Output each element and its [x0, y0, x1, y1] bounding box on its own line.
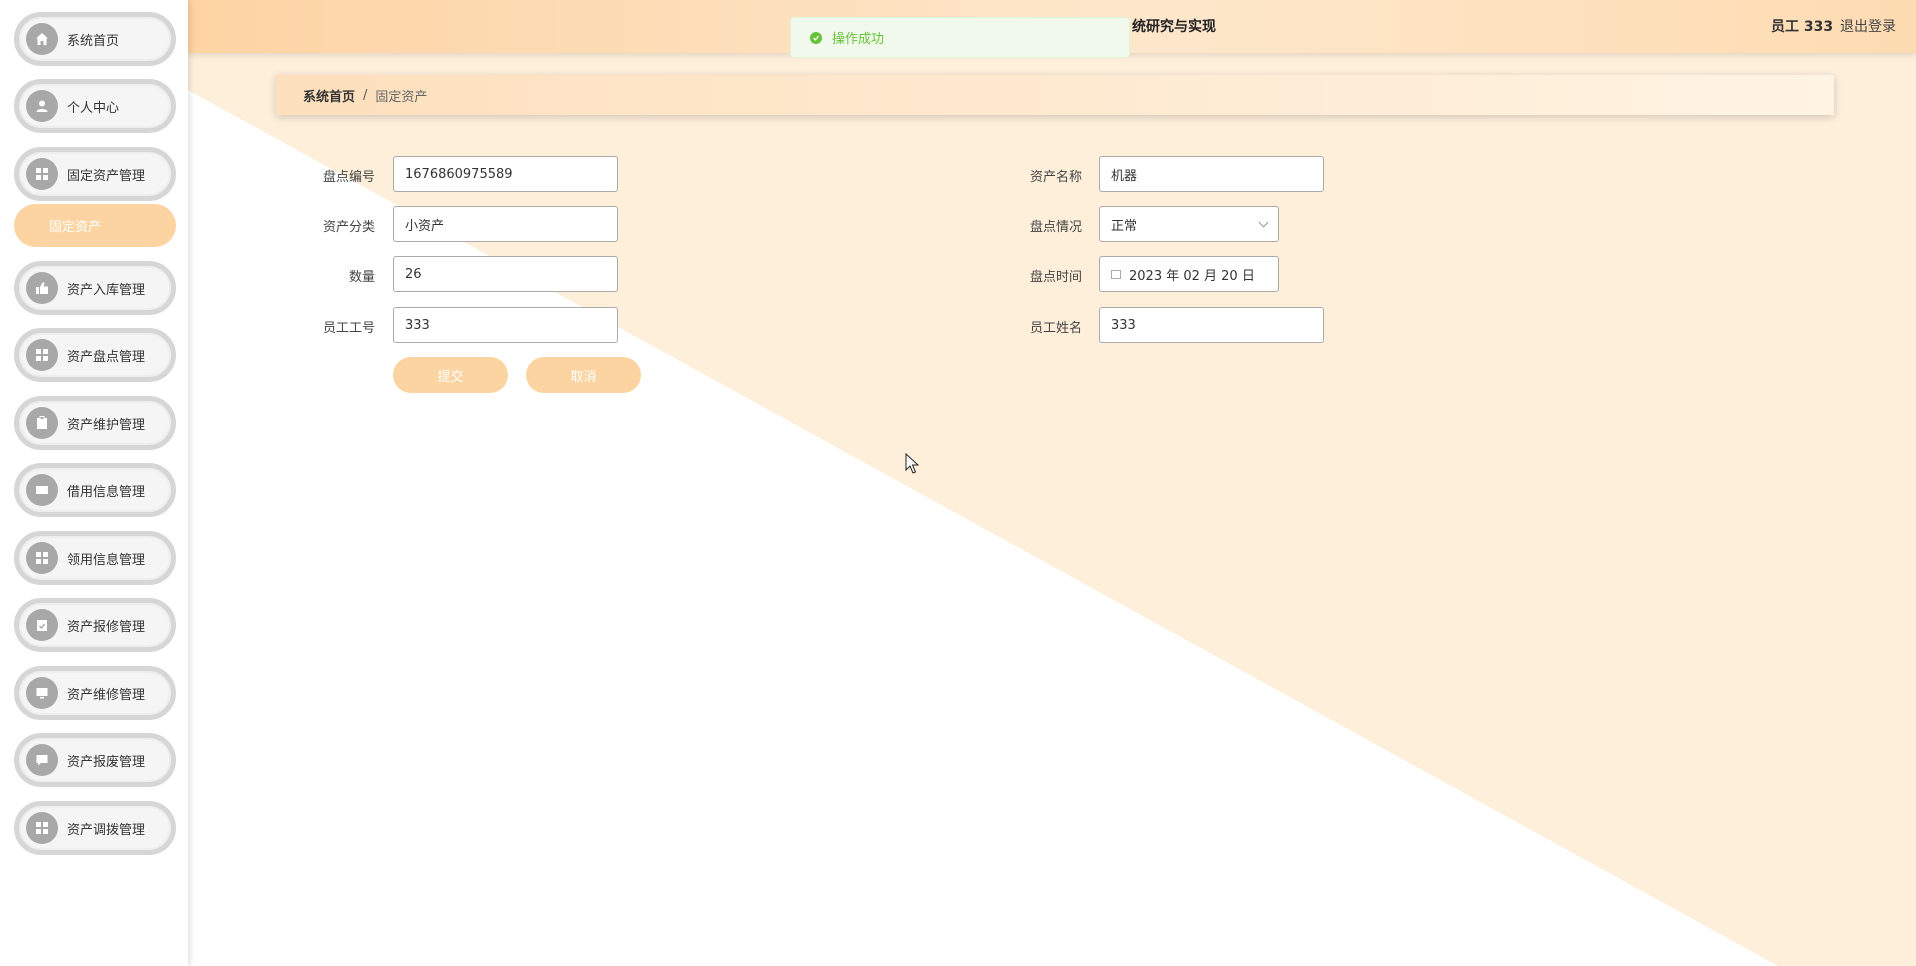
calendar-icon: [1111, 269, 1121, 279]
quantity-label: 数量: [348, 270, 375, 285]
sidebar-item-fixed-assets[interactable]: 固定资产管理: [14, 147, 176, 201]
employee-no-input[interactable]: 333: [393, 307, 618, 343]
inventory-status-label: 盘点情况: [1029, 220, 1082, 235]
inventory-time-picker[interactable]: 2023 年 02 月 20 日: [1099, 256, 1279, 292]
chevron-down-icon: [1258, 217, 1269, 228]
sidebar-item-profile[interactable]: 个人中心: [14, 79, 176, 133]
current-user: 员工 333: [1771, 19, 1834, 35]
inventory-no-value: 1676860975589: [405, 166, 513, 182]
main-content: 统研究与实现 员工 333 退出登录 操作成功 系统首页 / 固定资产 盘点编号…: [188, 0, 1916, 966]
sidebar-item-asset-inventory[interactable]: 资产盘点管理: [14, 328, 176, 382]
sidebar-item-asset-maintenance[interactable]: 资产维护管理: [14, 396, 176, 450]
mouse-cursor-icon: [905, 453, 919, 474]
quantity-input[interactable]: 26: [393, 256, 618, 292]
asset-name-input[interactable]: 机器: [1099, 156, 1324, 192]
sidebar-item-label: 资产维护管理: [67, 417, 146, 433]
sidebar-item-label: 借用信息管理: [67, 484, 146, 500]
inventory-time-value: 2023 年 02 月 20 日: [1129, 268, 1255, 284]
grid-icon: [26, 542, 58, 574]
ticket-icon: [26, 474, 58, 506]
chat-icon: [26, 744, 58, 776]
asset-category-label: 资产分类: [322, 220, 375, 235]
inventory-time-label: 盘点时间: [1029, 270, 1082, 285]
quantity-value: 26: [405, 266, 422, 282]
grid-icon: [26, 158, 58, 190]
breadcrumb-separator: /: [363, 87, 368, 103]
asset-name-value: 机器: [1111, 168, 1138, 184]
asset-category-value: 小资产: [405, 218, 445, 234]
breadcrumb-current: 固定资产: [375, 89, 428, 105]
inventory-no-label: 盘点编号: [322, 170, 375, 185]
sidebar-item-label: 资产调拨管理: [67, 822, 146, 838]
inventory-no-input[interactable]: 1676860975589: [393, 156, 618, 192]
sidebar-item-label: 资产报修管理: [67, 619, 146, 635]
sidebar-item-label: 系统首页: [67, 33, 120, 49]
submit-button[interactable]: 提交: [393, 357, 508, 393]
grid-icon: [26, 812, 58, 844]
inventory-status-select[interactable]: 正常: [1099, 206, 1279, 242]
employee-name-value: 333: [1111, 317, 1136, 333]
sidebar-item-borrow-info[interactable]: 借用信息管理: [14, 463, 176, 517]
sidebar: 系统首页 个人中心 固定资产管理 固定资产 资产入库管理 资产盘点管理 资产维护…: [0, 0, 188, 966]
sidebar-item-label: 资产维修管理: [67, 687, 146, 703]
sidebar-item-label: 固定资产管理: [67, 168, 146, 184]
submenu-item-fixed-assets[interactable]: 固定资产: [14, 204, 176, 247]
inventory-status-value: 正常: [1111, 218, 1138, 234]
employee-name-label: 员工姓名: [1029, 321, 1082, 336]
sidebar-item-label: 资产入库管理: [67, 282, 146, 298]
asset-name-label: 资产名称: [1029, 170, 1082, 185]
sidebar-item-label: 领用信息管理: [67, 552, 146, 568]
app-title: 统研究与实现: [1132, 19, 1216, 35]
submenu-label: 固定资产: [49, 220, 102, 235]
breadcrumb-home[interactable]: 系统首页: [303, 86, 355, 105]
sidebar-item-asset-inbound[interactable]: 资产入库管理: [14, 261, 176, 315]
sidebar-item-label: 个人中心: [67, 100, 120, 116]
background-decoration: [188, 0, 1916, 966]
breadcrumb: 系统首页 / 固定资产: [276, 75, 1834, 115]
employee-no-label: 员工工号: [322, 321, 375, 336]
clipboard-check-icon: [26, 609, 58, 641]
sidebar-item-asset-transfer[interactable]: 资产调拨管理: [14, 801, 176, 855]
monitor-icon: [26, 677, 58, 709]
success-check-icon: [810, 31, 822, 44]
user-icon: [26, 90, 58, 122]
sidebar-item-label: 资产盘点管理: [67, 349, 146, 365]
grid-icon: [26, 339, 58, 371]
sidebar-item-asset-scrap[interactable]: 资产报废管理: [14, 733, 176, 787]
sidebar-item-label: 资产报废管理: [67, 754, 146, 770]
sidebar-item-receive-info[interactable]: 领用信息管理: [14, 531, 176, 585]
cancel-button[interactable]: 取消: [526, 357, 641, 393]
thumb-icon: [26, 272, 58, 304]
sidebar-item-asset-repair[interactable]: 资产维修管理: [14, 666, 176, 720]
sidebar-item-home[interactable]: 系统首页: [14, 12, 176, 66]
asset-category-input[interactable]: 小资产: [393, 206, 618, 242]
logout-link[interactable]: 退出登录: [1840, 16, 1896, 36]
employee-name-input[interactable]: 333: [1099, 307, 1324, 343]
toast-message: 操作成功: [832, 32, 885, 47]
home-icon: [26, 23, 58, 55]
clipboard-icon: [26, 407, 58, 439]
employee-no-value: 333: [405, 317, 430, 333]
success-toast: 操作成功: [790, 17, 1130, 58]
sidebar-item-repair-report[interactable]: 资产报修管理: [14, 598, 176, 652]
